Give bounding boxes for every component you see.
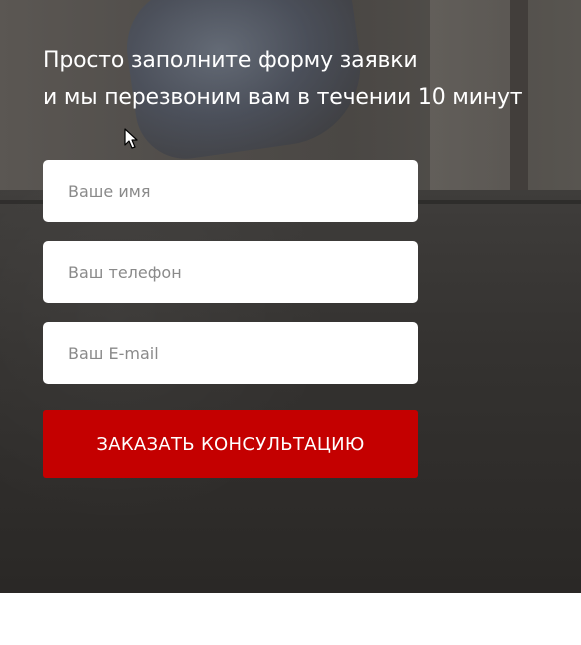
name-input[interactable]	[43, 160, 418, 222]
form-headline: Просто заполните форму заявки и мы перез…	[43, 42, 563, 116]
mouse-pointer-icon	[124, 128, 138, 149]
order-consultation-button[interactable]: ЗАКАЗАТЬ КОНСУЛЬТАЦИЮ	[43, 410, 418, 478]
headline-line-1: Просто заполните форму заявки	[43, 48, 418, 73]
headline-line-2: и мы перезвоним вам в течении 10 минут	[43, 85, 523, 110]
request-form-section: Просто заполните форму заявки и мы перез…	[0, 0, 581, 593]
email-input[interactable]	[43, 322, 418, 384]
phone-input[interactable]	[43, 241, 418, 303]
